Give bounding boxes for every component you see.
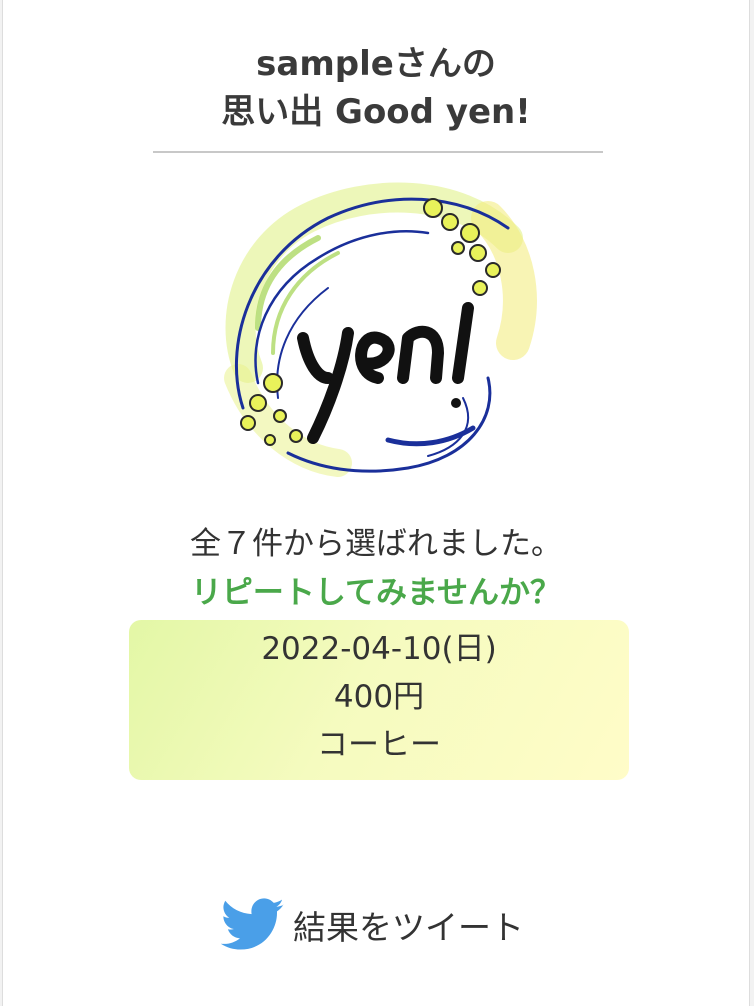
memory-record-card: 2022-04-10(日) 400円 コーヒー <box>129 620 629 780</box>
result-card: sampleさんの 思い出 Good yen! 全７件から選ばれました。 リピー… <box>2 0 750 1006</box>
record-amount: 400円 <box>333 679 425 715</box>
title-divider <box>153 151 603 153</box>
record-date: 2022-04-10(日) <box>261 631 497 667</box>
selection-message: 全７件から選ばれました。 <box>190 526 562 562</box>
twitter-bird-icon <box>221 898 284 950</box>
page-title-line-2: 思い出 Good yen! <box>221 92 531 132</box>
logo-wordmark <box>297 302 474 444</box>
page-title-line-1: sampleさんの <box>256 44 496 84</box>
page-title: sampleさんの 思い出 Good yen! <box>3 40 749 136</box>
record-item: コーヒー <box>317 727 441 763</box>
tweet-result-button[interactable]: 結果をツイート <box>221 893 524 957</box>
yen-logo <box>224 182 537 477</box>
repeat-prompt: リピートしてみませんか？ <box>190 575 562 611</box>
tweet-label: 結果をツイート <box>293 908 524 947</box>
